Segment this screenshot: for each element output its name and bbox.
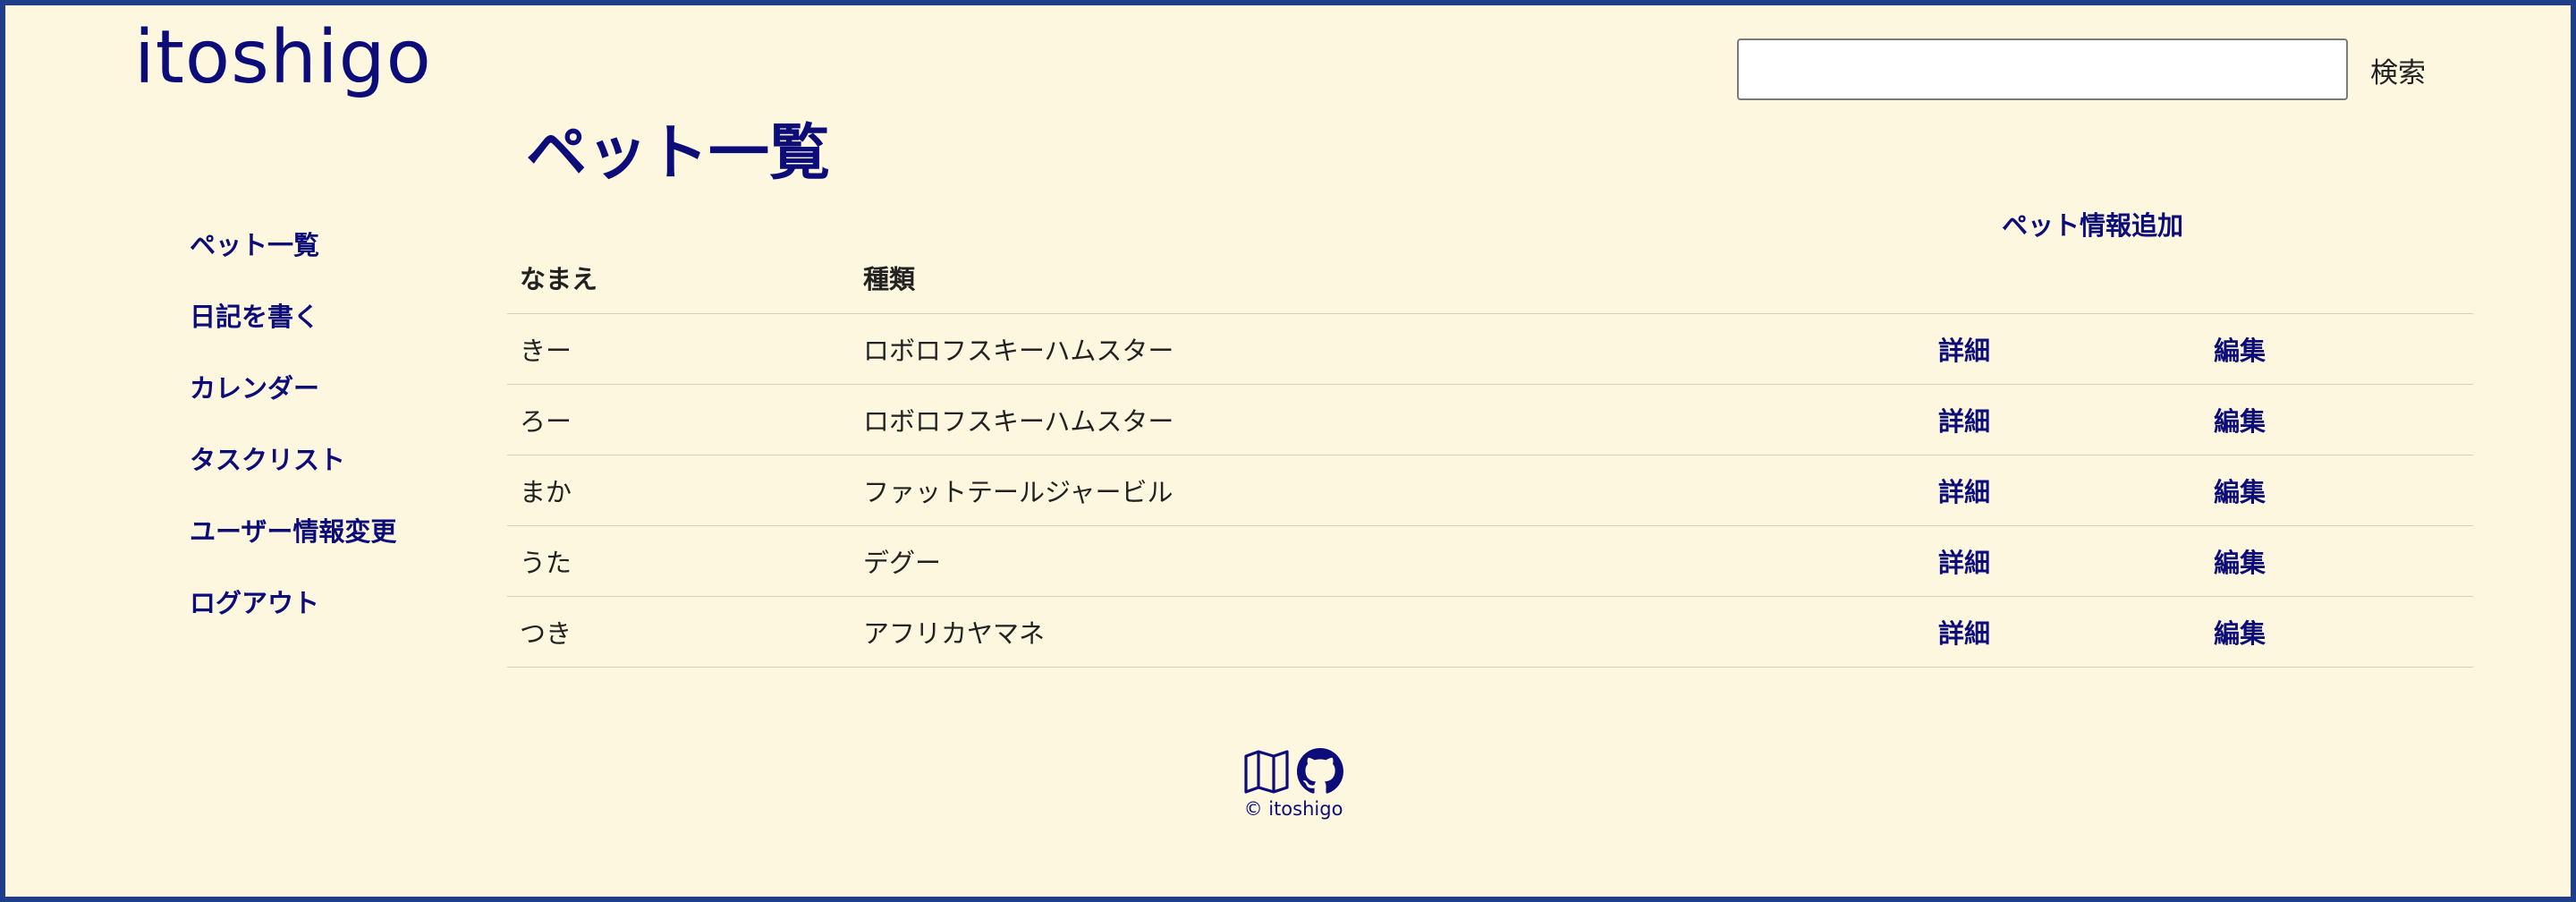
table-header-row: なまえ 種類	[507, 242, 2473, 314]
edit-link[interactable]: 編集	[2214, 548, 2266, 578]
search-input[interactable]	[1737, 38, 2348, 100]
search-button[interactable]: 検索	[2370, 50, 2426, 90]
pet-table: なまえ 種類 きー ロボロフスキーハムスター 詳細 編集 ろー ロボロフスキーハ…	[507, 242, 2473, 668]
sidebar-item-logout[interactable]: ログアウト	[190, 583, 396, 655]
table-row: つき アフリカヤマネ 詳細 編集	[507, 596, 2473, 668]
column-header-type: 種類	[851, 242, 1926, 314]
site-logo[interactable]: itoshigo	[134, 17, 432, 98]
footer: © itoshigo	[1240, 746, 1347, 820]
edit-link[interactable]: 編集	[2214, 477, 2266, 507]
column-header-edit	[2201, 242, 2473, 314]
detail-link[interactable]: 詳細	[1938, 477, 1990, 507]
detail-link[interactable]: 詳細	[1938, 618, 1990, 649]
copyright: © itoshigo	[1243, 798, 1343, 820]
pet-name: うた	[507, 525, 851, 597]
pet-type: アフリカヤマネ	[851, 596, 1926, 668]
sidebar-item-pet-list[interactable]: ペット一覧	[190, 226, 396, 297]
sidebar-item-user-settings[interactable]: ユーザー情報変更	[190, 512, 396, 583]
pet-type: ロボロフスキーハムスター	[851, 384, 1926, 455]
sidebar-item-task-list[interactable]: タスクリスト	[190, 440, 396, 512]
pet-type: ロボロフスキーハムスター	[851, 313, 1926, 385]
page-title: ペット一覧	[526, 118, 831, 189]
edit-link[interactable]: 編集	[2214, 406, 2266, 437]
table-row: ろー ロボロフスキーハムスター 詳細 編集	[507, 384, 2473, 455]
pet-name: きー	[507, 313, 851, 385]
pet-name: つき	[507, 596, 851, 668]
page-frame: itoshigo 検索 ペット一覧 ペット一覧 日記を書く カレンダー タスクリ…	[0, 0, 2576, 902]
map-icon[interactable]	[1243, 748, 1290, 795]
column-header-name: なまえ	[507, 242, 851, 314]
edit-link[interactable]: 編集	[2214, 336, 2266, 366]
table-row: まか ファットテールジャービル 詳細 編集	[507, 455, 2473, 526]
detail-link[interactable]: 詳細	[1938, 336, 1990, 366]
column-header-detail	[1926, 242, 2201, 314]
sidebar: ペット一覧 日記を書く カレンダー タスクリスト ユーザー情報変更 ログアウト	[190, 226, 396, 655]
table-row: きー ロボロフスキーハムスター 詳細 編集	[507, 313, 2473, 385]
add-pet-link[interactable]: ペット情報追加	[2002, 205, 2183, 243]
pet-name: まか	[507, 455, 851, 526]
github-icon[interactable]	[1297, 748, 1343, 795]
footer-icons	[1240, 746, 1347, 796]
pet-type: ファットテールジャービル	[851, 455, 1926, 526]
sidebar-item-calendar[interactable]: カレンダー	[190, 369, 396, 440]
edit-link[interactable]: 編集	[2214, 618, 2266, 649]
detail-link[interactable]: 詳細	[1938, 548, 1990, 578]
detail-link[interactable]: 詳細	[1938, 406, 1990, 437]
pet-type: デグー	[851, 525, 1926, 597]
table-row: うた デグー 詳細 編集	[507, 525, 2473, 597]
pet-name: ろー	[507, 384, 851, 455]
sidebar-item-write-diary[interactable]: 日記を書く	[190, 297, 396, 369]
